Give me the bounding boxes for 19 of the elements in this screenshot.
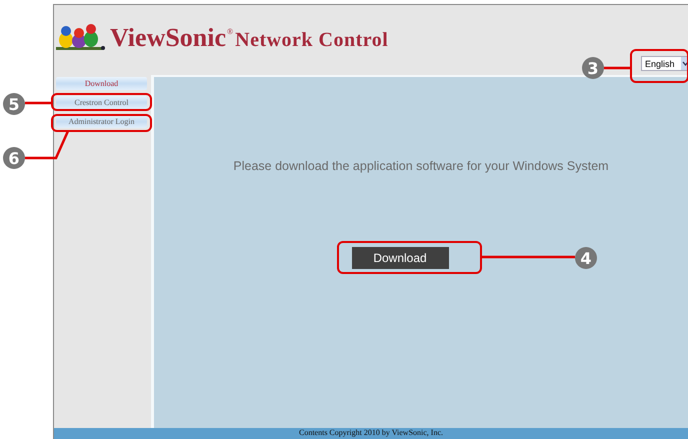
callout-badge: 5 <box>3 93 25 115</box>
sidebar-item[interactable]: Crestron Control <box>56 96 147 109</box>
leader-line <box>25 130 70 160</box>
leader-line <box>604 66 631 70</box>
download-button[interactable]: Download <box>352 247 448 269</box>
brand-name: ViewSonic <box>110 25 226 51</box>
download-message: Please download the application software for your Windows System <box>233 159 609 173</box>
copyright-text: Contents Copyright 2010 by ViewSonic, Inc. <box>298 428 444 437</box>
leader-line <box>25 102 52 104</box>
callout-badge: 3 <box>582 57 604 79</box>
highlight-frame <box>630 49 688 83</box>
product-title: Network Control <box>235 30 388 51</box>
callout-badge: 4 <box>575 247 597 269</box>
sidebar-item[interactable]: Download <box>56 77 147 90</box>
sidebar-item[interactable]: Administrator Login <box>56 115 147 128</box>
callout-badge: 6 <box>3 147 25 169</box>
registered-mark: ® <box>227 27 234 36</box>
birds-logo-icon <box>56 23 106 51</box>
language-select[interactable]: English <box>641 56 688 71</box>
